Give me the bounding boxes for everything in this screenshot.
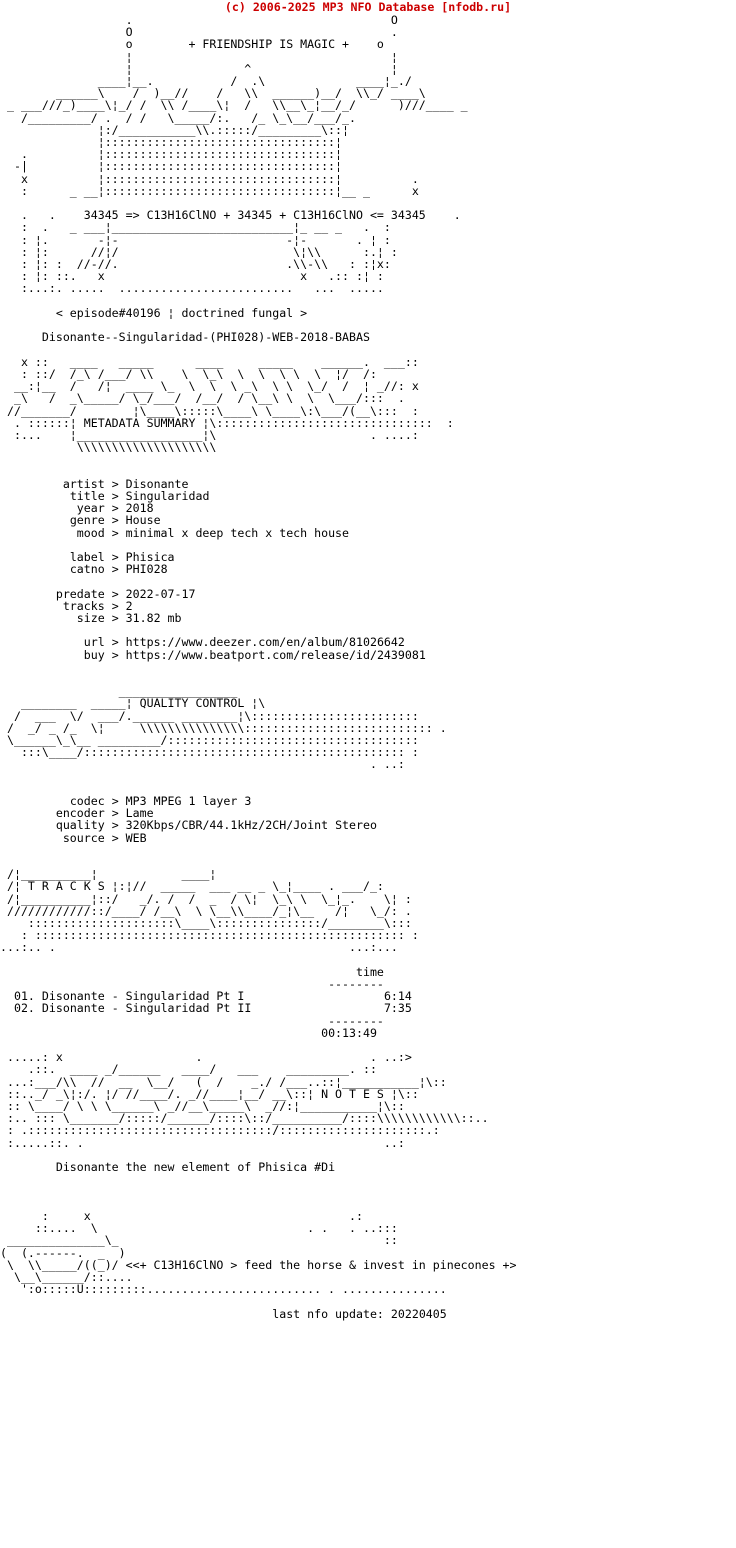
quality-fields: codec > MP3 MPEG 1 layer 3 encoder > Lam… [0, 771, 736, 844]
meta-key-catno: catno [69, 562, 105, 577]
episode-line: < episode#40196 ¦ doctrined fungal > [0, 306, 307, 320]
tracklist-total-row: 00:13:49 [0, 1026, 377, 1040]
meta-key-buy: buy [83, 647, 105, 662]
qc-value-source: WEB [125, 830, 147, 845]
nfo-document: (c) 2006-2025 MP3 NFO Database [nfodb.ru… [0, 0, 736, 1548]
nfo-body: . O O . o + FRIENDSHIP IS MAGIC + o ¦ ¦ … [0, 14, 736, 1320]
nfodb-copyright-header: (c) 2006-2025 MP3 NFO Database [nfodb.ru… [224, 0, 512, 14]
last-update-text: last nfo update: 20220405 [272, 1306, 447, 1321]
notes-text-line: Disonante the new element of Phisica #Di [0, 1160, 335, 1174]
qc-sep-source: > [111, 830, 119, 845]
qc-value-quality: 320Kbps/CBR/44.1kHz/2CH/Joint Stereo [125, 818, 377, 833]
quality-control-banner: _________________ ________ _____¦ QUALIT… [0, 661, 736, 771]
episode-block: < episode#40196 ¦ doctrined fungal > Dis… [0, 295, 736, 344]
last-update-block: last nfo update: 20220405 [0, 1295, 736, 1319]
track-time-2: 7:35 [383, 1001, 412, 1016]
meta-value-mood: minimal x deep tech x tech house [125, 525, 350, 540]
qc-key-source: source [62, 830, 105, 845]
episode-text: < episode#40196 ¦ doctrined fungal > [55, 305, 308, 320]
last-update-line: last nfo update: 20220405 [0, 1307, 447, 1321]
notes-banner: .....: x . . ..:> .::. ____ _/______ ___… [0, 1039, 736, 1149]
meta-value-catno: PHI028 [125, 562, 168, 577]
meta-key-size: size [76, 610, 105, 625]
meta-banner-line-8: \\\\\\\\\\\\\\\\\\\\ [0, 440, 217, 455]
meta-sep-mood: > [111, 525, 119, 540]
tracklist: time -------- 01. Disonante - Singularid… [0, 954, 736, 1039]
metadata-fields: artist > Disonante title > Singularidad … [0, 453, 736, 662]
meta-row-mood: mood > minimal x deep tech x tech house [0, 526, 349, 540]
release-name-text: Disonante--Singularidad-(PHI028)-WEB-201… [41, 330, 370, 345]
notes-text: Disonante the new element of Phisica #Di [55, 1160, 336, 1175]
meta-value-predate: 2022-07-17 [125, 586, 196, 601]
horse-ascii-art: : x .: ::.... \ . . . ..::: ____________… [0, 1173, 736, 1295]
meta-row-catno: catno > PHI028 [0, 562, 168, 576]
top-logo-line-23: :...:. ..... ......................... .… [0, 281, 384, 296]
horse-line-7: ':o:::::U:::::::::......................… [0, 1282, 447, 1297]
meta-value-size: 31.82 mb [125, 610, 182, 625]
footer-slogan: <<+ C13H16ClNO > feed the horse & invest… [125, 1257, 517, 1272]
meta-sep-size: > [111, 610, 119, 625]
top-logo-ascii-art: . O O . o + FRIENDSHIP IS MAGIC + o ¦ ¦ … [0, 14, 736, 295]
meta-sep-buy: > [111, 647, 119, 662]
tracks-banner-line-7: ...:.. . ...:... [0, 940, 398, 955]
release-line: Disonante--Singularidad-(PHI028)-WEB-201… [0, 330, 370, 344]
metadata-summary-banner: x :: ____ _____ ____ _____ ______. ___::… [0, 343, 736, 455]
meta-sep-catno: > [111, 562, 119, 577]
meta-row-size: size > 31.82 mb [0, 611, 182, 625]
meta-key-mood: mood [76, 525, 105, 540]
notes-text-block: Disonante the new element of Phisica #Di [0, 1149, 736, 1173]
qc-row-source: source > WEB [0, 831, 147, 845]
notes-banner-line-8: :.....::. . ..: [0, 1135, 405, 1150]
tracks-banner: /¦__________¦ ____¦ /¦ T R A C K S ¦:¦//… [0, 844, 736, 954]
meta-row-buy: buy > https://www.beatport.com/release/i… [0, 648, 426, 662]
meta-value-buy[interactable]: https://www.beatport.com/release/id/2439… [126, 648, 426, 662]
qc-banner-line-7: . ..: [0, 757, 405, 772]
tracklist-total: 00:13:49 [321, 1025, 377, 1040]
